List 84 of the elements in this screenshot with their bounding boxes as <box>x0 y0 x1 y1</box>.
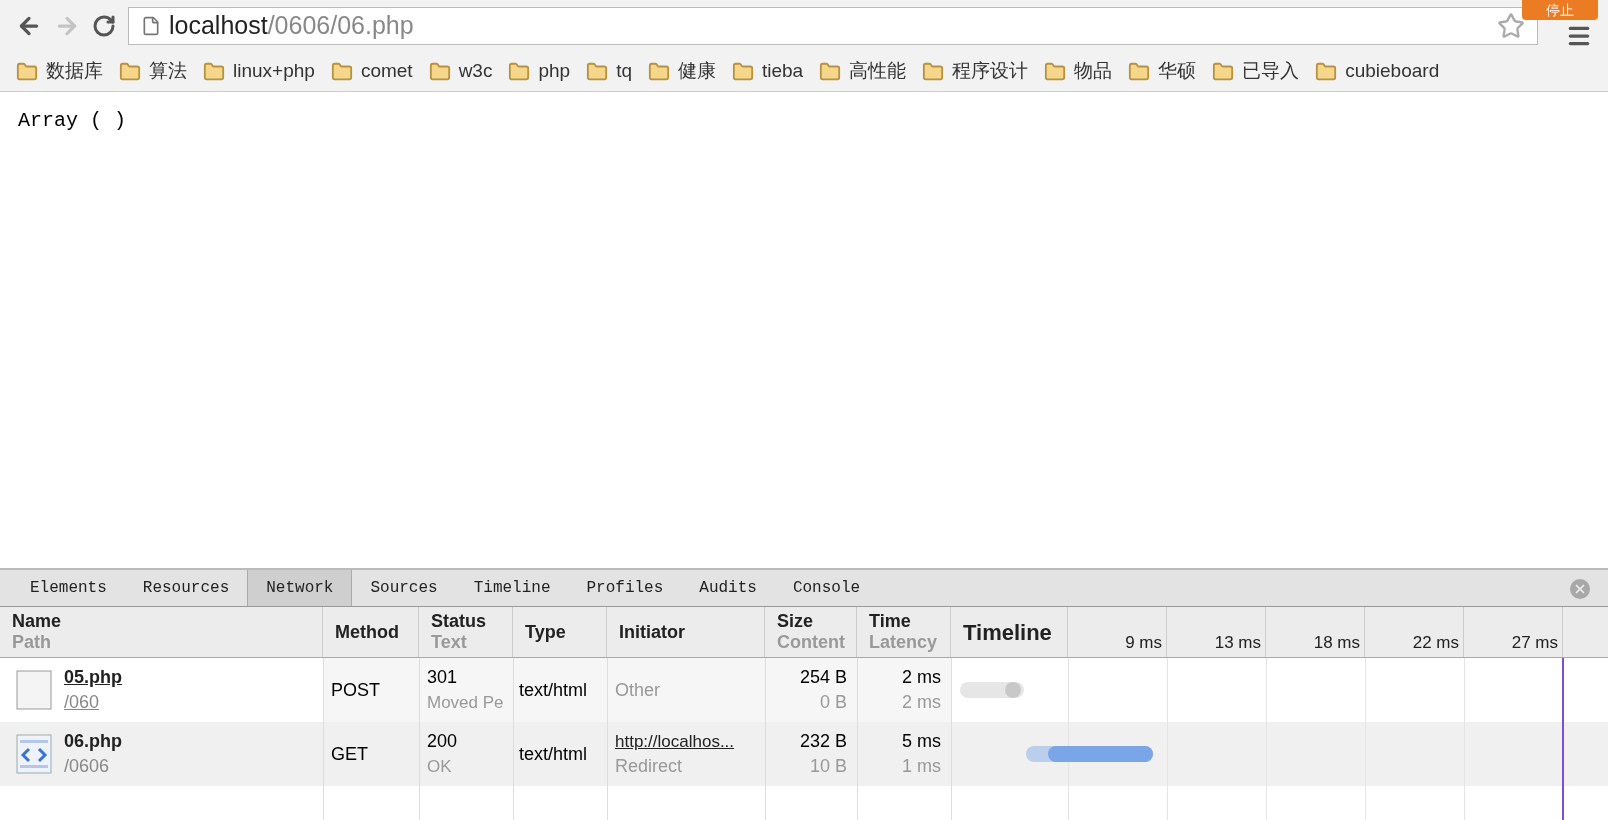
bookmark-item[interactable]: 华硕 <box>1128 57 1197 86</box>
status-code: 301 <box>427 666 459 689</box>
folder-icon <box>119 60 141 83</box>
column-header[interactable]: Timeline <box>951 607 1068 657</box>
page-text: Array ( ) <box>18 109 127 132</box>
folder-icon <box>1044 60 1067 83</box>
devtools-tab[interactable]: Audits <box>681 570 775 607</box>
bookmark-item[interactable]: cubieboard <box>1315 57 1440 86</box>
bookmark-star-icon[interactable] <box>1497 12 1525 40</box>
bookmark-item[interactable]: tieba <box>732 57 804 86</box>
file-name[interactable]: 05.php <box>64 665 122 690</box>
reload-button[interactable] <box>92 14 116 38</box>
devtools-tab[interactable]: Timeline <box>455 570 569 607</box>
size-cell-text: 232 B <box>799 730 847 753</box>
status-text: Moved Pe <box>427 692 505 714</box>
bookmark-item[interactable]: 物品 <box>1044 57 1113 86</box>
latency-cell-text: 1 ms <box>902 755 941 778</box>
column-header[interactable]: Type <box>513 607 607 657</box>
initiator-detail: Redirect <box>615 755 684 778</box>
folder-icon <box>508 60 531 83</box>
column-header[interactable]: Status Text <box>419 607 513 657</box>
bookmark-item[interactable]: comet <box>330 57 413 86</box>
folder-icon <box>1128 60 1151 83</box>
content-size: 10 B <box>809 755 847 778</box>
devtools-tab[interactable]: Sources <box>352 570 456 607</box>
folder-icon <box>922 60 945 83</box>
page-icon <box>141 16 161 36</box>
time-cell-text: 5 ms <box>902 730 941 753</box>
bookmark-item[interactable]: 数据库 <box>16 57 103 86</box>
time-cell-text: 2 ms <box>902 666 941 689</box>
folder-icon <box>819 60 842 83</box>
initiator-link[interactable]: http://localhos... <box>615 729 758 754</box>
address-host: localhost <box>169 10 268 42</box>
file-path: /060 <box>64 691 101 714</box>
folder-icon <box>203 60 225 83</box>
folder-icon <box>586 60 609 83</box>
folder-icon <box>1315 60 1338 83</box>
bookmark-item[interactable]: 算法 <box>119 57 187 86</box>
bookmark-item[interactable]: tq <box>586 57 632 86</box>
content-size: 0 B <box>819 691 847 714</box>
devtools-tab[interactable]: Profiles <box>568 570 682 607</box>
method-cell-text: GET <box>331 742 368 766</box>
devtools-tab[interactable]: Console <box>774 570 879 607</box>
tick-label: 18 ms <box>1313 631 1360 654</box>
column-header[interactable]: Size Content <box>765 607 857 657</box>
folder-icon <box>428 60 451 83</box>
folder-icon <box>1212 60 1235 83</box>
address-path: /0606/06.php <box>267 10 414 42</box>
initiator-text: Other <box>615 678 662 702</box>
column-header[interactable]: Initiator <box>607 607 765 657</box>
bookmark-item[interactable]: 程序设计 <box>922 57 1029 86</box>
blank-file-icon <box>16 670 52 710</box>
folder-icon <box>732 60 754 83</box>
file-name[interactable]: 06.php <box>64 729 122 754</box>
size-cell-text: 254 B <box>799 666 847 689</box>
latency-cell-text: 2 ms <box>902 691 941 714</box>
bookmark-item[interactable]: php <box>508 57 571 86</box>
type-cell-text: text/html <box>519 678 588 702</box>
tick-label: 13 ms <box>1214 631 1261 654</box>
type-cell-text: text/html <box>519 742 588 766</box>
devtools-tab[interactable]: Elements <box>12 570 125 607</box>
method-cell-text: POST <box>331 678 380 702</box>
folder-icon <box>16 60 38 83</box>
folder-icon <box>330 60 353 83</box>
bookmark-item[interactable]: 健康 <box>648 57 716 86</box>
folder-icon <box>648 60 670 83</box>
table-row[interactable]: 06.php /0606 GET 200 OK text/html http://localhos... Redirect 232 B 10 B 5 ms 1 ms <box>0 722 1608 786</box>
status-code: 200 <box>427 730 459 753</box>
devtools-tab[interactable]: Network <box>247 570 353 607</box>
tick-label: 27 ms <box>1511 631 1558 654</box>
tick-label: 22 ms <box>1412 631 1459 654</box>
status-text: OK <box>427 756 453 778</box>
address-bar[interactable]: localhost/0606/06.php <box>128 7 1538 45</box>
devtools-tab[interactable]: Resources <box>124 570 248 607</box>
column-header[interactable]: Name Path <box>0 607 323 657</box>
file-path: /0606 <box>64 755 111 778</box>
column-header[interactable]: Method <box>323 607 419 657</box>
bookmark-item[interactable]: linux+php <box>203 57 315 86</box>
bookmark-item[interactable]: 高性能 <box>819 57 907 86</box>
bookmark-item[interactable]: w3c <box>428 57 493 86</box>
code-file-icon <box>16 734 52 774</box>
column-header[interactable]: Time Latency <box>857 607 951 657</box>
tick-label: 9 ms <box>1125 631 1162 654</box>
bookmark-item[interactable]: 已导入 <box>1212 57 1300 86</box>
